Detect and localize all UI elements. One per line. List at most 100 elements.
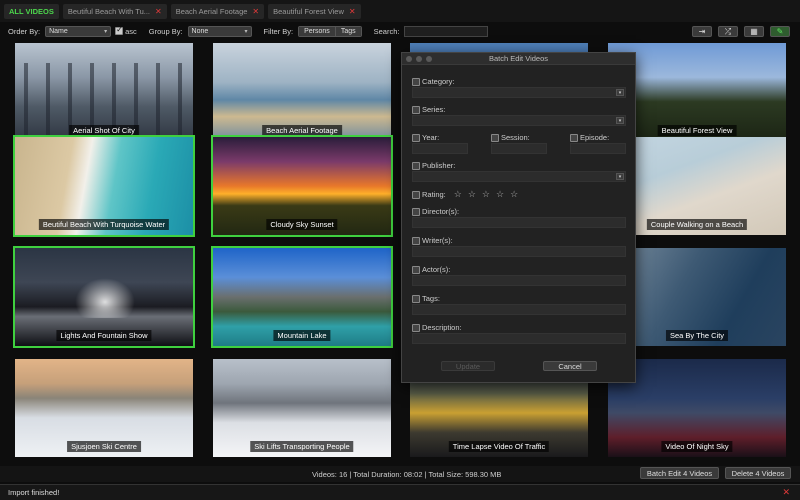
tags-input[interactable] xyxy=(412,304,626,315)
year-input[interactable] xyxy=(412,143,468,154)
series-label: Series: xyxy=(422,105,446,114)
library-summary: Videos: 16 | Total Duration: 08:02 | Tot… xyxy=(312,469,502,479)
description-input[interactable] xyxy=(412,333,626,344)
episode-input[interactable] xyxy=(570,143,626,154)
star-icon[interactable]: ☆ xyxy=(510,189,518,200)
status-message: Import finished! xyxy=(8,488,60,497)
search-input[interactable] xyxy=(404,25,489,37)
year-label: Year: xyxy=(422,133,440,142)
video-tile-aerial-city[interactable]: Aerial Shot Of City xyxy=(15,43,193,141)
star-icon[interactable]: ☆ xyxy=(482,189,490,200)
grid-view-button[interactable]: ▦ xyxy=(744,26,764,37)
session-label: Session: xyxy=(501,133,530,142)
tab-all-videos[interactable]: ALL VIDEOS xyxy=(4,3,59,19)
episode-checkbox[interactable] xyxy=(570,133,578,142)
import-button[interactable]: ⇥ xyxy=(692,26,712,37)
filter-by-label: Filter By: xyxy=(263,26,294,36)
close-icon[interactable]: ✕ xyxy=(349,7,356,16)
star-icon[interactable]: ☆ xyxy=(468,189,476,200)
video-tile-fountain[interactable]: Lights And Fountain Show xyxy=(13,246,195,348)
video-tile-cloudy-sunset[interactable]: Cloudy Sky Sunset xyxy=(211,135,393,237)
series-checkbox[interactable] xyxy=(412,105,420,114)
actors-input[interactable] xyxy=(412,275,626,286)
series-select[interactable]: ▾ xyxy=(412,115,626,126)
tab-label: ALL VIDEOS xyxy=(9,6,54,16)
chevron-down-icon: ▾ xyxy=(616,89,624,96)
order-by-select[interactable]: Name ▾ xyxy=(45,25,112,37)
close-icon[interactable]: ✕ xyxy=(155,7,162,16)
writers-checkbox[interactable] xyxy=(412,236,420,245)
year-checkbox[interactable] xyxy=(412,133,420,142)
star-icon[interactable]: ☆ xyxy=(496,189,504,200)
writers-input[interactable] xyxy=(412,246,626,257)
group-by-value: None xyxy=(191,27,209,35)
batch-edit-button[interactable]: Batch Edit 4 Videos xyxy=(640,467,719,479)
category-field: Category: xyxy=(412,77,455,86)
directors-input[interactable] xyxy=(412,217,626,228)
directors-checkbox[interactable] xyxy=(412,207,420,216)
category-checkbox[interactable] xyxy=(412,77,420,86)
dialog-title: Batch Edit Videos xyxy=(488,54,549,63)
close-icon[interactable]: ✕ xyxy=(782,487,790,498)
tab-beach-aerial[interactable]: Beach Aerial Footage ✕ xyxy=(170,3,265,19)
category-select[interactable]: ▾ xyxy=(412,87,626,98)
dialog-titlebar: Batch Edit Videos xyxy=(402,53,635,65)
shuffle-button[interactable]: ⤮ xyxy=(718,26,738,37)
chevron-down-icon: ▾ xyxy=(244,28,248,35)
edit-button[interactable]: ✎ xyxy=(770,26,790,37)
video-tile-ski-centre[interactable]: Sjusjoen Ski Centre xyxy=(15,359,193,457)
chevron-down-icon: ▾ xyxy=(616,117,624,124)
tab-label: Beach Aerial Footage xyxy=(175,6,248,16)
session-checkbox[interactable] xyxy=(491,133,499,142)
publisher-checkbox[interactable] xyxy=(412,161,420,170)
rating-field: Rating: ☆ ☆ ☆ ☆ ☆ xyxy=(412,189,524,200)
group-by-select[interactable]: None ▾ xyxy=(187,25,252,37)
video-title: Mountain Lake xyxy=(273,330,331,341)
video-title: Beutiful Beach With Turquoise Water xyxy=(38,219,170,230)
tab-bar: ALL VIDEOS Beutiful Beach With Tu... ✕ B… xyxy=(0,0,800,22)
import-icon: ⇥ xyxy=(698,27,706,36)
toolbar: Order By: Name ▾ asc Group By: None ▾ Fi… xyxy=(0,22,800,40)
tags-field: Tags: xyxy=(412,294,440,303)
search-label: Search: xyxy=(373,26,400,36)
video-tile-ski-lifts[interactable]: Ski Lifts Transporting People xyxy=(213,359,391,457)
group-by-label: Group By: xyxy=(148,26,183,36)
rating-checkbox[interactable] xyxy=(412,190,420,199)
star-icon[interactable]: ☆ xyxy=(454,189,462,200)
grid-icon: ▦ xyxy=(750,27,758,36)
writers-label: Writer(s): xyxy=(422,236,453,245)
video-title: Cloudy Sky Sunset xyxy=(266,219,338,230)
video-tile-mountain-lake[interactable]: Mountain Lake xyxy=(211,246,393,348)
description-checkbox[interactable] xyxy=(412,323,420,332)
order-by-label: Order By: xyxy=(8,26,41,36)
video-title: Lights And Fountain Show xyxy=(56,330,152,341)
batch-edit-dialog: Batch Edit Videos Category: ▾ Series: ▾ … xyxy=(401,52,636,383)
actors-checkbox[interactable] xyxy=(412,265,420,274)
video-tile-beach-turquoise[interactable]: Beutiful Beach With Turquoise Water xyxy=(13,135,195,237)
tab-beach-turquoise[interactable]: Beutiful Beach With Tu... ✕ xyxy=(62,3,167,19)
order-by-value: Name xyxy=(49,27,68,35)
session-field: Session: xyxy=(491,133,530,142)
delete-videos-button[interactable]: Delete 4 Videos xyxy=(725,467,791,479)
description-label: Description: xyxy=(422,323,462,332)
asc-checkbox[interactable] xyxy=(115,25,124,35)
filter-segment: Persons Tags xyxy=(298,25,362,37)
asc-label: asc xyxy=(125,26,137,36)
series-field: Series: xyxy=(412,105,445,114)
video-title: Sjusjoen Ski Centre xyxy=(67,441,141,452)
tags-checkbox[interactable] xyxy=(412,294,420,303)
video-title: Beach Aerial Footage xyxy=(262,125,342,136)
filter-persons-button[interactable]: Persons xyxy=(299,26,335,36)
video-title: Ski Lifts Transporting People xyxy=(250,441,354,452)
close-icon[interactable]: ✕ xyxy=(252,7,259,16)
video-tile-beach-aerial[interactable]: Beach Aerial Footage xyxy=(213,43,391,141)
pencil-icon: ✎ xyxy=(776,27,784,36)
session-input[interactable] xyxy=(491,143,547,154)
update-button[interactable]: Update xyxy=(441,361,495,371)
publisher-select[interactable]: ▾ xyxy=(412,171,626,182)
writers-field: Writer(s): xyxy=(412,236,453,245)
filter-tags-button[interactable]: Tags xyxy=(334,26,361,36)
cancel-button[interactable]: Cancel xyxy=(543,361,597,371)
tab-forest-view[interactable]: Beautiful Forest View ✕ xyxy=(268,3,361,19)
video-title: Aerial Shot Of City xyxy=(69,125,139,136)
